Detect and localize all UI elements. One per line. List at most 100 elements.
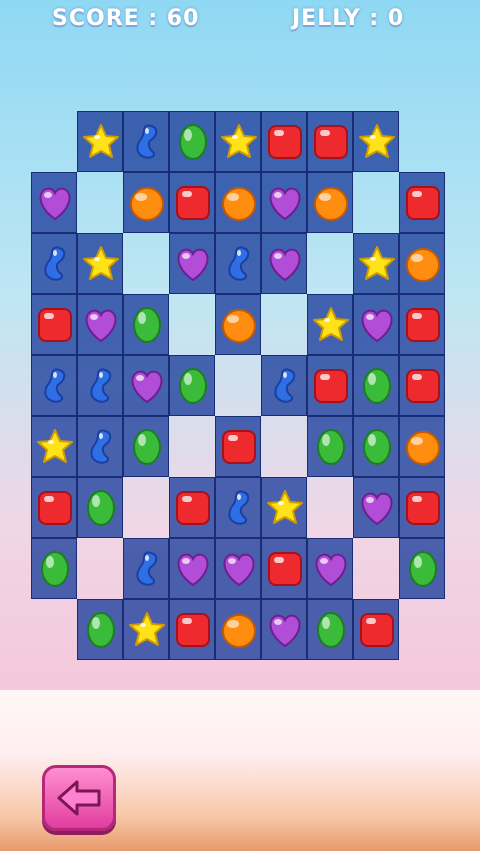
board-cell[interactable] (261, 294, 307, 355)
board-cell[interactable] (169, 111, 215, 172)
board-cell[interactable] (123, 111, 169, 172)
board-cell[interactable] (31, 294, 77, 355)
board-cell[interactable] (77, 111, 123, 172)
board-cell[interactable] (307, 294, 353, 355)
candy-red-icon (406, 369, 440, 403)
candy-star-icon (37, 429, 73, 463)
board-cell[interactable] (215, 538, 261, 599)
board-cell[interactable] (31, 172, 77, 233)
board-cell[interactable] (353, 172, 399, 233)
candy-green-icon (87, 490, 115, 526)
board-cell[interactable] (123, 294, 169, 355)
board-cell[interactable] (31, 355, 77, 416)
board-cell[interactable] (399, 416, 445, 477)
board-cell[interactable] (261, 477, 307, 538)
board-cell[interactable] (307, 477, 353, 538)
board-cell[interactable] (215, 355, 261, 416)
board-cell[interactable] (261, 355, 307, 416)
board-cell[interactable] (169, 233, 215, 294)
board-cell[interactable] (169, 294, 215, 355)
candy-heart-icon (361, 309, 393, 343)
board-cell[interactable] (31, 416, 77, 477)
board-cell[interactable] (169, 477, 215, 538)
board-cell[interactable] (169, 538, 215, 599)
board-cell[interactable] (307, 538, 353, 599)
board-cell[interactable] (399, 477, 445, 538)
candy-orange-icon (222, 187, 256, 221)
board-cell[interactable] (123, 172, 169, 233)
board-cell[interactable] (77, 172, 123, 233)
board-cell[interactable] (77, 599, 123, 660)
board-cell[interactable] (77, 355, 123, 416)
board-cell[interactable] (261, 599, 307, 660)
candy-orange-icon (222, 614, 256, 648)
candy-red-icon (176, 186, 210, 220)
board-cell[interactable] (169, 416, 215, 477)
board-cell[interactable] (307, 111, 353, 172)
board-cell[interactable] (353, 538, 399, 599)
board-cell[interactable] (307, 416, 353, 477)
score-label: SCORE : 60 (52, 6, 200, 31)
jelly-label: JELLY : 0 (292, 6, 405, 31)
board-cell[interactable] (261, 233, 307, 294)
board-cell[interactable] (261, 172, 307, 233)
board-cell[interactable] (77, 538, 123, 599)
board-cell[interactable] (77, 416, 123, 477)
board-cell[interactable] (261, 111, 307, 172)
board-cell[interactable] (261, 538, 307, 599)
board-cell[interactable] (215, 111, 261, 172)
board-cell[interactable] (77, 233, 123, 294)
board-cell[interactable] (353, 111, 399, 172)
candy-heart-icon (315, 553, 347, 587)
board-cell[interactable] (353, 416, 399, 477)
candy-red-icon (222, 430, 256, 464)
board-cell[interactable] (399, 233, 445, 294)
board-cell[interactable] (215, 477, 261, 538)
board-cell[interactable] (169, 355, 215, 416)
candy-star-icon (313, 307, 349, 341)
candy-green-icon (363, 429, 391, 465)
board-cell[interactable] (261, 416, 307, 477)
board-cell[interactable] (169, 172, 215, 233)
board-cell[interactable] (353, 355, 399, 416)
candy-red-icon (314, 369, 348, 403)
board-cell[interactable] (31, 477, 77, 538)
board-cell[interactable] (31, 538, 77, 599)
candy-red-icon (38, 491, 72, 525)
board-cell[interactable] (307, 233, 353, 294)
board-cell[interactable] (353, 294, 399, 355)
board-cell[interactable] (123, 233, 169, 294)
board-cell[interactable] (123, 416, 169, 477)
candy-heart-icon (269, 248, 301, 282)
board-cell[interactable] (399, 172, 445, 233)
candy-red-icon (268, 125, 302, 159)
board-cell[interactable] (215, 416, 261, 477)
board-cell[interactable] (169, 599, 215, 660)
board-cell[interactable] (353, 477, 399, 538)
board-cell[interactable] (123, 477, 169, 538)
board-cell[interactable] (77, 294, 123, 355)
board-cell[interactable] (399, 355, 445, 416)
board-cell[interactable] (353, 599, 399, 660)
board-cell[interactable] (215, 294, 261, 355)
board-cell[interactable] (215, 172, 261, 233)
board-cell[interactable] (123, 355, 169, 416)
candy-red-icon (176, 491, 210, 525)
board-cell[interactable] (215, 599, 261, 660)
board-cell[interactable] (31, 233, 77, 294)
game-board (31, 111, 449, 666)
board-cell[interactable] (399, 294, 445, 355)
candy-heart-icon (85, 309, 117, 343)
candy-red-icon (268, 552, 302, 586)
candy-bean-icon (228, 246, 250, 281)
board-cell[interactable] (399, 538, 445, 599)
board-cell[interactable] (215, 233, 261, 294)
board-cell[interactable] (353, 233, 399, 294)
board-cell[interactable] (123, 599, 169, 660)
board-cell[interactable] (307, 172, 353, 233)
board-cell[interactable] (123, 538, 169, 599)
board-cell[interactable] (307, 355, 353, 416)
board-cell[interactable] (77, 477, 123, 538)
board-cell[interactable] (307, 599, 353, 660)
back-button[interactable] (42, 765, 116, 831)
